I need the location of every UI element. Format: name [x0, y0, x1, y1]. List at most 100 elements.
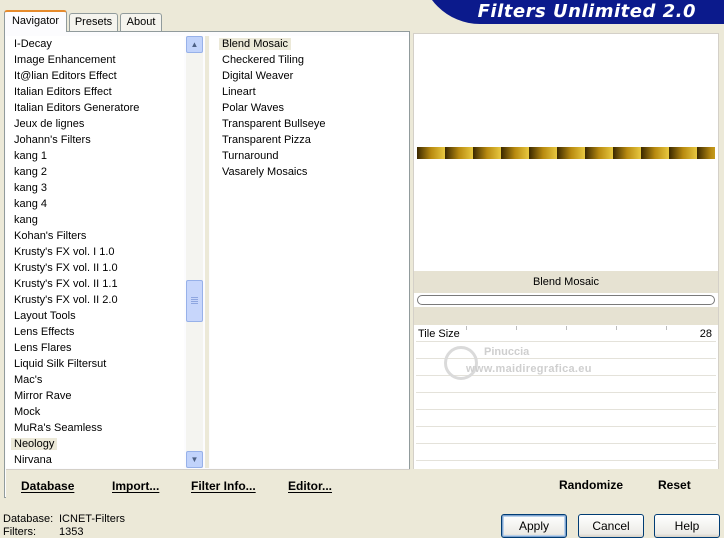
app-title: Filters Unlimited 2.0: [477, 1, 696, 22]
filter-item[interactable]: Lineart: [210, 84, 409, 100]
list-item-label: Nirvana: [14, 454, 52, 466]
watermark-name: Pinuccia: [484, 346, 530, 358]
editor-button[interactable]: Editor...: [288, 479, 332, 493]
category-item[interactable]: Lens Effects: [6, 324, 184, 340]
preview-image: [417, 147, 715, 159]
category-list[interactable]: I-Decay Image Enhancement It@lian Editors …: [6, 36, 184, 468]
list-item-label: Jeux de lignes: [14, 118, 85, 130]
filter-item[interactable]: Digital Weaver: [210, 68, 409, 84]
scroll-down-button[interactable]: ▼: [186, 451, 203, 468]
list-item-label: It@lian Editors Effect: [14, 70, 117, 82]
param-value: 28: [699, 328, 712, 340]
list-item-label: Transparent Pizza: [222, 134, 311, 146]
cancel-button[interactable]: Cancel: [578, 514, 644, 538]
reset-button[interactable]: Reset: [658, 478, 691, 492]
header-banner: Filters Unlimited 2.0: [420, 0, 724, 24]
param-row-empty: [416, 445, 716, 461]
filter-item[interactable]: Transparent Bullseye: [210, 116, 409, 132]
list-item-label: Lens Effects: [14, 326, 75, 338]
import-button[interactable]: Import...: [112, 479, 159, 493]
navigator-bottom-bar: Database Import... Filter Info... Editor…: [6, 469, 410, 498]
category-item[interactable]: Kohan's Filters: [6, 228, 184, 244]
list-item-label: Kohan's Filters: [14, 230, 87, 242]
filter-item[interactable]: Transparent Pizza: [210, 132, 409, 148]
category-item[interactable]: Krusty's FX vol. II 1.0: [6, 260, 184, 276]
category-item[interactable]: It@lian Editors Effect: [6, 68, 184, 84]
category-item[interactable]: Krusty's FX vol. I 1.0: [6, 244, 184, 260]
tab-presets[interactable]: Presets: [69, 13, 118, 31]
chevron-down-icon: ▼: [190, 455, 199, 464]
chevron-up-icon: ▲: [190, 40, 199, 49]
category-item[interactable]: Lens Flares: [6, 340, 184, 356]
help-button[interactable]: Help: [654, 514, 720, 538]
list-item-label: Italian Editors Generatore: [14, 102, 140, 114]
filter-item[interactable]: Polar Waves: [210, 100, 409, 116]
filter-item[interactable]: Vasarely Mosaics: [210, 164, 409, 180]
list-item-label: I-Decay: [14, 38, 52, 50]
category-item[interactable]: Italian Editors Effect: [6, 84, 184, 100]
list-item-label: kang 2: [14, 166, 48, 178]
list-item-label: Vasarely Mosaics: [222, 166, 308, 178]
list-item-label: Johann's Filters: [14, 134, 91, 146]
param-separator: [414, 307, 718, 325]
category-item[interactable]: Layout Tools: [6, 308, 184, 324]
category-item[interactable]: Johann's Filters: [6, 132, 184, 148]
tab-about[interactable]: About: [120, 13, 162, 31]
category-item[interactable]: Neology: [6, 436, 184, 452]
category-item[interactable]: kang 1: [6, 148, 184, 164]
param-row-tile-size[interactable]: Tile Size 28: [416, 326, 716, 342]
list-item-label: Layout Tools: [14, 310, 76, 322]
list-item-label: Image Enhancement: [14, 54, 116, 66]
list-item-label: Krusty's FX vol. II 1.0: [14, 262, 118, 274]
list-item-label: Krusty's FX vol. II 1.1: [14, 278, 118, 290]
preview-panel: Blend Mosaic Tile Size 28 Pinuccia www.m…: [413, 33, 719, 499]
category-item[interactable]: Nirvana: [6, 452, 184, 468]
filter-item[interactable]: Turnaround: [210, 148, 409, 164]
randomize-button[interactable]: Randomize: [559, 478, 623, 492]
list-item-label: kang 1: [14, 150, 48, 162]
category-item[interactable]: Mirror Rave: [6, 388, 184, 404]
category-item[interactable]: kang 2: [6, 164, 184, 180]
progress-bar: [417, 295, 715, 305]
category-item[interactable]: kang 3: [6, 180, 184, 196]
list-item-label: Mock: [14, 406, 41, 418]
category-item[interactable]: Image Enhancement: [6, 52, 184, 68]
tab-navigator[interactable]: Navigator: [4, 10, 67, 32]
filter-list[interactable]: Blend Mosaic Checkered Tiling Digital Weav…: [210, 36, 409, 468]
filter-item[interactable]: Blend Mosaic: [210, 36, 409, 52]
param-row-empty: [416, 394, 716, 410]
apply-button[interactable]: Apply: [501, 514, 567, 538]
category-item[interactable]: kang: [6, 212, 184, 228]
filter-item[interactable]: Checkered Tiling: [210, 52, 409, 68]
category-scrollbar[interactable]: ▲ ▼: [186, 36, 203, 468]
database-button[interactable]: Database: [21, 479, 74, 493]
category-item[interactable]: Krusty's FX vol. II 2.0: [6, 292, 184, 308]
list-item-label: Lineart: [222, 86, 256, 98]
category-item[interactable]: I-Decay: [6, 36, 184, 52]
category-item[interactable]: Krusty's FX vol. II 1.1: [6, 276, 184, 292]
database-value: ICNET-Filters: [59, 513, 125, 525]
list-item-label: Digital Weaver: [222, 70, 294, 82]
category-item[interactable]: Mock: [6, 404, 184, 420]
category-item[interactable]: Jeux de lignes: [6, 116, 184, 132]
list-item-label: Polar Waves: [222, 102, 284, 114]
list-item-label: Mac's: [14, 374, 43, 386]
category-item[interactable]: MuRa's Seamless: [6, 420, 184, 436]
filters-count-label: Filters:: [3, 526, 36, 538]
scroll-thumb[interactable]: [186, 280, 203, 322]
category-item[interactable]: kang 4: [6, 196, 184, 212]
preview-bottom-bar: Randomize Reset: [413, 469, 719, 499]
list-item-label: Mirror Rave: [14, 390, 72, 402]
category-item[interactable]: Italian Editors Generatore: [6, 100, 184, 116]
filter-info-button[interactable]: Filter Info...: [191, 479, 256, 493]
list-item-label: Krusty's FX vol. I 1.0: [14, 246, 115, 258]
list-item-label: kang 3: [14, 182, 48, 194]
scroll-up-button[interactable]: ▲: [186, 36, 203, 53]
watermark-url: www.maidiregrafica.eu: [466, 363, 592, 375]
category-item[interactable]: Liquid Silk Filtersut: [6, 356, 184, 372]
category-item[interactable]: Mac's: [6, 372, 184, 388]
list-item-label: Turnaround: [222, 150, 279, 162]
list-item-label: Checkered Tiling: [222, 54, 304, 66]
list-item-label: Neology: [11, 438, 58, 450]
filters-count-value: 1353: [59, 526, 84, 538]
